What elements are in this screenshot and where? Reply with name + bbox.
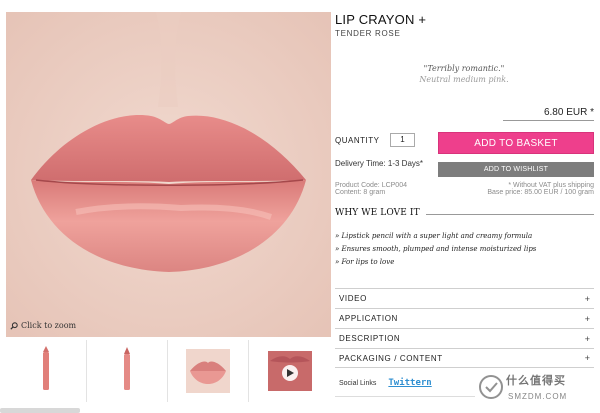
zoom-hint-label: Click to zoom	[21, 321, 77, 330]
watermark: 什么值得买 SMZDM.COM	[478, 370, 600, 410]
plus-icon: +	[584, 333, 590, 344]
section-divider	[426, 214, 594, 215]
smzdm-logo-icon	[479, 375, 503, 399]
product-price: 6.80 EUR *	[543, 107, 594, 118]
accordion-label: APPLICATION	[339, 314, 398, 323]
vat-note: * Without VAT plus shipping	[508, 182, 594, 189]
lip-pencil-thumbnail	[43, 346, 49, 390]
quantity-input[interactable]: 1	[390, 133, 415, 147]
product-content: Content: 8 gram	[335, 189, 386, 196]
price-meta: * Without VAT plus shipping Base price: …	[487, 182, 594, 196]
thumbnail-lips[interactable]	[168, 340, 249, 402]
plus-icon: +	[584, 353, 590, 363]
lips-photo	[6, 12, 331, 337]
accordion-description[interactable]: DESCRIPTION +	[335, 328, 594, 348]
plus-icon: +	[584, 293, 590, 304]
lip-pencil-thumbnail	[124, 347, 130, 390]
plus-icon: +	[584, 313, 590, 324]
accordion-video[interactable]: VIDEO +	[335, 288, 594, 308]
add-to-basket-button[interactable]: ADD TO BASKET	[438, 132, 594, 154]
lips-thumbnail	[186, 349, 230, 393]
product-shade-description: Neutral medium pink.	[419, 75, 509, 84]
product-code: Product Code: LCP004	[335, 182, 407, 189]
accordion-application[interactable]: APPLICATION +	[335, 308, 594, 328]
product-tagline: "Terribly romantic."	[423, 64, 505, 73]
quantity-label: QUANTITY	[335, 136, 380, 145]
product-shade: TENDER ROSE	[335, 29, 401, 38]
base-price: Base price: 85.00 EUR / 100 gram	[487, 189, 594, 196]
zoom-hint[interactable]: Click to zoom	[10, 321, 76, 330]
social-divider	[335, 396, 475, 397]
watermark-subtext: SMZDM.COM	[508, 392, 568, 401]
why-we-love-it-list: » Lipstick pencil with a super light and…	[335, 230, 536, 269]
thumbnail-pencil-angled[interactable]	[6, 340, 87, 402]
scrollbar[interactable]	[0, 408, 80, 413]
thumbnail-video[interactable]	[249, 340, 330, 402]
delivery-time: Delivery Time: 1-3 Days*	[335, 159, 424, 168]
list-item: » Ensures smooth, plumped and intense mo…	[335, 245, 537, 253]
add-to-wishlist-button[interactable]: ADD TO WISHLIST	[438, 162, 594, 177]
social-links: Social Links Twittern	[339, 378, 432, 388]
list-item: » For lips to love	[335, 258, 395, 266]
product-image[interactable]	[6, 12, 331, 337]
thumbnail-strip	[6, 340, 331, 402]
why-we-love-it-heading: WHY WE LOVE IT	[335, 208, 420, 218]
twitter-link[interactable]: Twittern	[388, 378, 431, 388]
accordion-packaging-content[interactable]: PACKAGING / CONTENT +	[335, 348, 594, 368]
watermark-text: 什么值得买	[506, 375, 566, 387]
price-divider	[503, 120, 594, 121]
accordion-label: PACKAGING / CONTENT	[339, 353, 443, 363]
magnifier-icon	[10, 321, 18, 330]
accordion-label: DESCRIPTION	[339, 334, 401, 343]
social-links-label: Social Links	[339, 379, 377, 387]
product-title: LIP CRAYON +	[335, 12, 427, 27]
accordion-label: VIDEO	[339, 294, 367, 303]
product-meta: Product Code: LCP004 Content: 8 gram	[335, 182, 407, 196]
product-details-accordion: VIDEO + APPLICATION + DESCRIPTION + PACK…	[335, 288, 594, 368]
thumbnail-pencil-upright[interactable]	[87, 340, 168, 402]
video-thumbnail	[267, 351, 312, 391]
list-item: » Lipstick pencil with a super light and…	[335, 232, 533, 240]
